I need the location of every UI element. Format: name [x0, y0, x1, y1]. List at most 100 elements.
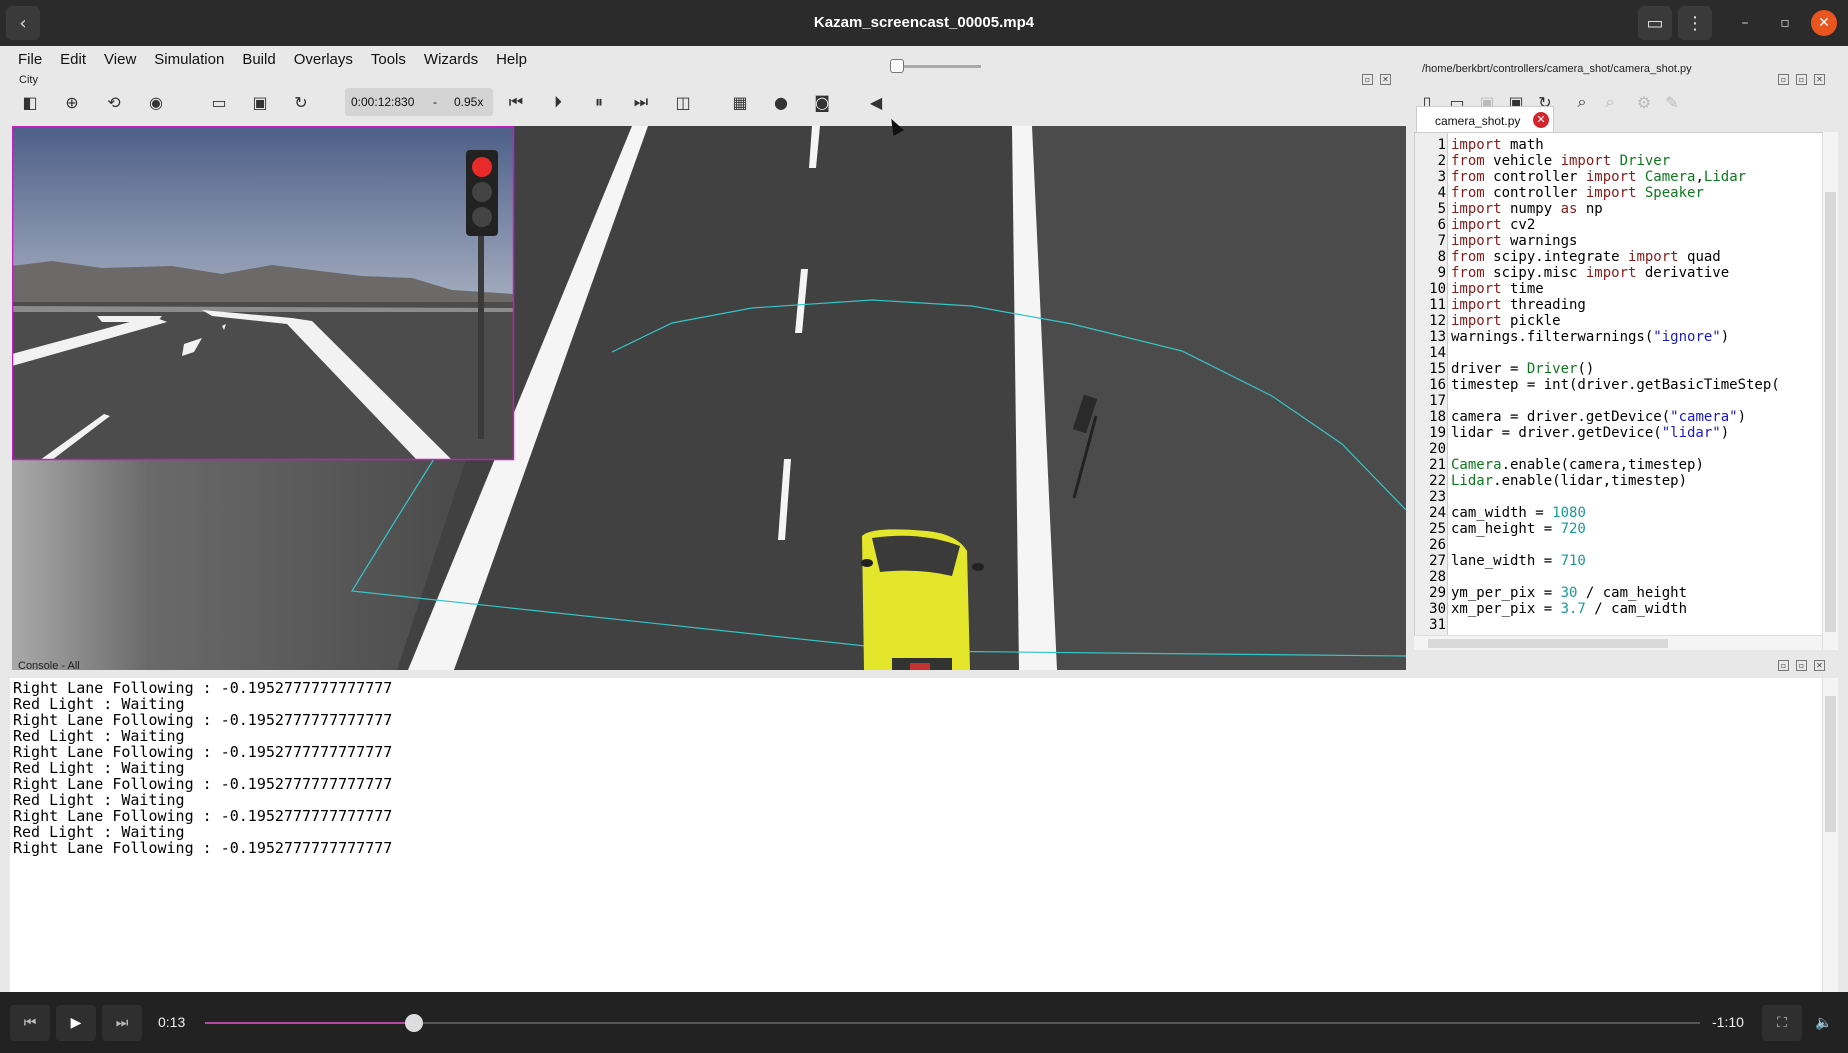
menu-edit[interactable]: Edit	[51, 48, 95, 72]
line-number: 5	[1437, 201, 1446, 217]
menu-button[interactable]: ⋮	[1678, 6, 1712, 40]
editor-vertical-scrollbar[interactable]	[1822, 132, 1838, 650]
console-scrollbar[interactable]	[1822, 678, 1838, 992]
close-tab-icon[interactable]: ✕	[1533, 112, 1549, 128]
menu-view[interactable]: View	[95, 48, 145, 72]
find-icon[interactable]: ⌕	[1572, 92, 1592, 112]
close-window-button[interactable]: ✕	[1811, 10, 1837, 36]
sim-speed: 0.95x	[454, 95, 484, 109]
kebab-menu-icon: ⋮	[1686, 12, 1704, 34]
close-icon: ✕	[1818, 15, 1830, 31]
skip-forward-button[interactable]: ⏭	[102, 1005, 142, 1041]
visibility-icon[interactable]: ◉	[146, 92, 166, 112]
menu-build[interactable]: Build	[233, 48, 284, 72]
console-float-button[interactable]: ▫	[1796, 660, 1807, 671]
line-number: 20	[1429, 441, 1446, 457]
line-number: 14	[1429, 345, 1446, 361]
code-line: import math	[1451, 137, 1544, 153]
save-world-icon[interactable]: ▣	[250, 92, 270, 112]
replace-icon[interactable]: ⌕	[1600, 92, 1620, 112]
tab-label: camera_shot.py	[1435, 114, 1521, 128]
volume-slider-thumb[interactable]	[890, 59, 904, 73]
tab-camera-shot-py[interactable]: camera_shot.py ✕	[1416, 106, 1554, 134]
simulation-time-display: 0:00:12:830 - 0.95x	[345, 88, 493, 116]
volume-icon: 🔈	[1815, 1015, 1833, 1031]
fast-forward-icon[interactable]: ⏭	[631, 92, 651, 112]
code-editor[interactable]: 1 2 3 4 5 6 7 8 9 10 11 12 13 14 15 16 1…	[1414, 132, 1838, 650]
line-number: 19	[1429, 425, 1446, 441]
sim-time: 0:00:12:830	[351, 95, 415, 109]
console-minimize-button[interactable]: ▫	[1778, 660, 1789, 671]
line-number: 21	[1429, 457, 1446, 473]
seek-thumb[interactable]	[405, 1014, 424, 1032]
console-close-button[interactable]: ✕	[1814, 660, 1825, 671]
console-output[interactable]: Right Lane Following : -0.19527777777777…	[10, 678, 1838, 992]
editor-file-path: /home/berkbrt/controllers/camera_shot/ca…	[1422, 63, 1692, 75]
code-line: from scipy.misc import derivative	[1451, 265, 1730, 281]
3d-scene-view[interactable]	[12, 126, 1406, 670]
editor-close-button[interactable]: ✕	[1814, 74, 1825, 85]
line-number: 16	[1429, 377, 1446, 393]
code-line: timestep = int(driver.getBasicTimeStep(	[1451, 377, 1780, 393]
video-frame[interactable]: File Edit View Simulation Build Overlays…	[0, 46, 1848, 992]
maximize-button[interactable]: ▫	[1772, 10, 1798, 36]
mute-icon[interactable]: ◀	[866, 92, 886, 112]
play-button[interactable]: ▶	[56, 1005, 96, 1041]
editor-horizontal-scrollbar[interactable]	[1414, 635, 1822, 650]
editor-minimize-button[interactable]: ▫	[1778, 74, 1789, 85]
code-line: cam_width = 1080	[1451, 505, 1586, 521]
skip-back-button[interactable]: ⏮	[10, 1005, 50, 1041]
open-world-icon[interactable]: ▭	[209, 92, 229, 112]
line-number: 22	[1429, 473, 1446, 489]
reset-simulation-icon[interactable]: ⏮	[506, 92, 526, 112]
code-line: lidar = driver.getDevice("lidar")	[1451, 425, 1730, 441]
screenshot-icon[interactable]: ◙	[812, 92, 832, 112]
minimize-icon: –	[1741, 15, 1749, 31]
toggle-scene-tree-icon[interactable]: ◧	[20, 92, 40, 112]
console-line: Right Lane Following : -0.19527777777777…	[13, 839, 393, 857]
menu-overlays[interactable]: Overlays	[285, 48, 362, 72]
menu-file[interactable]: File	[10, 48, 51, 72]
menu-help[interactable]: Help	[487, 48, 536, 72]
fullscreen-button[interactable]: ⛶	[1762, 1005, 1802, 1041]
line-number: 23	[1429, 489, 1446, 505]
seek-bar[interactable]	[205, 1022, 1700, 1024]
cast-icon: ▭	[1646, 12, 1664, 34]
minimize-button[interactable]: –	[1732, 10, 1758, 36]
reload-world-icon[interactable]: ↻	[291, 92, 311, 112]
player-titlebar: ‹ Kazam_screencast_00005.mp4 ▭ ⋮ – ▫ ✕	[0, 0, 1848, 46]
code-line: import numpy as np	[1451, 201, 1603, 217]
code-line: from scipy.integrate import quad	[1451, 249, 1721, 265]
line-number: 6	[1437, 217, 1446, 233]
add-node-icon[interactable]: ⊕	[62, 92, 82, 112]
cast-button[interactable]: ▭	[1638, 6, 1672, 40]
volume-slider[interactable]	[897, 65, 981, 68]
line-number: 24	[1429, 505, 1446, 521]
line-number: 29	[1429, 585, 1446, 601]
video-title: Kazam_screencast_00005.mp4	[813, 14, 1035, 31]
volume-button[interactable]: 🔈	[1804, 1005, 1844, 1041]
code-line: from vehicle import Driver	[1451, 153, 1671, 169]
rendering-icon[interactable]: ◫	[673, 92, 693, 112]
player-controls: ⏮ ▶ ⏭ 0:13 -1:10 ⛶ 🔈	[0, 992, 1848, 1053]
step-icon[interactable]: ⏵	[548, 92, 568, 112]
line-number: 26	[1429, 537, 1446, 553]
line-number: 10	[1429, 281, 1446, 297]
clean-icon[interactable]: ✎	[1662, 92, 1682, 112]
line-number: 27	[1429, 553, 1446, 569]
pause-icon[interactable]: ⏸	[589, 92, 609, 112]
editor-float-button[interactable]: ▫	[1796, 74, 1807, 85]
yellow-car	[861, 529, 984, 670]
menu-wizards[interactable]: Wizards	[415, 48, 487, 72]
reset-view-icon[interactable]: ⟲	[104, 92, 124, 112]
code-line: cam_height = 720	[1451, 521, 1586, 537]
code-line: lane_width = 710	[1451, 553, 1586, 569]
time-separator: -	[433, 95, 437, 109]
record-animation-icon[interactable]: ●	[771, 92, 791, 112]
build-settings-icon[interactable]: ⚙	[1634, 92, 1654, 112]
menu-tools[interactable]: Tools	[362, 48, 415, 72]
menu-simulation[interactable]: Simulation	[145, 48, 233, 72]
line-number: 28	[1429, 569, 1446, 585]
record-movie-icon[interactable]: ▦	[730, 92, 750, 112]
app-menubar: File Edit View Simulation Build Overlays…	[10, 48, 536, 72]
